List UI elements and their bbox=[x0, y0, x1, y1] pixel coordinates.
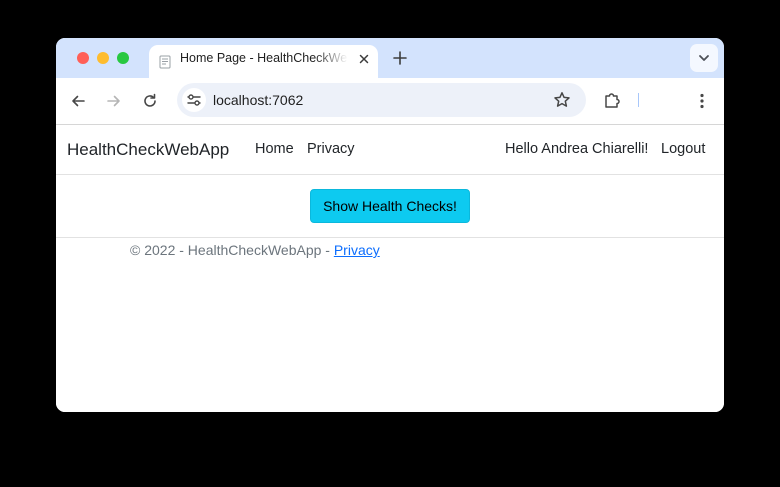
footer-privacy-link[interactable]: Privacy bbox=[334, 242, 380, 258]
site-info-button[interactable] bbox=[182, 88, 206, 112]
reload-icon[interactable] bbox=[141, 92, 159, 110]
page-document-icon bbox=[159, 55, 171, 69]
footer-copyright: © 2022 - HealthCheckWebApp - bbox=[130, 242, 334, 258]
tab-search-button[interactable] bbox=[690, 44, 718, 72]
chevron-down-icon bbox=[699, 55, 709, 61]
back-arrow-icon[interactable] bbox=[69, 92, 87, 110]
window-close-button[interactable] bbox=[77, 52, 89, 64]
nav-link-privacy[interactable]: Privacy bbox=[307, 125, 355, 174]
url-text[interactable]: localhost:7062 bbox=[213, 83, 303, 117]
nav-link-home[interactable]: Home bbox=[255, 125, 294, 174]
bookmark-star-icon[interactable] bbox=[553, 91, 571, 109]
footer-text: © 2022 - HealthCheckWebApp - Privacy bbox=[130, 242, 380, 258]
show-health-checks-button[interactable]: Show Health Checks! bbox=[310, 189, 470, 223]
page-content: HealthCheckWebApp Home Privacy Hello And… bbox=[56, 125, 724, 412]
extensions-puzzle-icon[interactable] bbox=[603, 91, 621, 109]
window-minimize-button[interactable] bbox=[97, 52, 109, 64]
tab-home-page[interactable]: Home Page - HealthCheckWebApp bbox=[149, 45, 378, 78]
close-icon[interactable] bbox=[357, 52, 371, 66]
window-maximize-button[interactable] bbox=[117, 52, 129, 64]
browser-window: Home Page - HealthCheckWebApp bbox=[56, 38, 724, 412]
browser-toolbar: localhost:7062 bbox=[56, 78, 724, 125]
plus-icon[interactable] bbox=[392, 50, 408, 66]
main-content: Show Health Checks! bbox=[56, 175, 724, 237]
user-greeting: Hello Andrea Chiarelli! bbox=[505, 141, 649, 157]
site-info-icon bbox=[187, 94, 201, 106]
forward-arrow-icon[interactable] bbox=[105, 92, 123, 110]
tab-strip: Home Page - HealthCheckWebApp bbox=[56, 38, 724, 78]
kebab-menu-icon[interactable] bbox=[693, 92, 711, 110]
logout-link[interactable]: Logout bbox=[661, 125, 705, 174]
address-bar[interactable]: localhost:7062 bbox=[177, 83, 586, 117]
toolbar-separator bbox=[638, 93, 639, 107]
navbar-brand[interactable]: HealthCheckWebApp bbox=[67, 125, 229, 174]
site-navbar: HealthCheckWebApp Home Privacy Hello And… bbox=[56, 125, 724, 175]
site-footer: © 2022 - HealthCheckWebApp - Privacy bbox=[56, 237, 724, 278]
tab-title: Home Page - HealthCheckWebApp bbox=[180, 51, 348, 65]
